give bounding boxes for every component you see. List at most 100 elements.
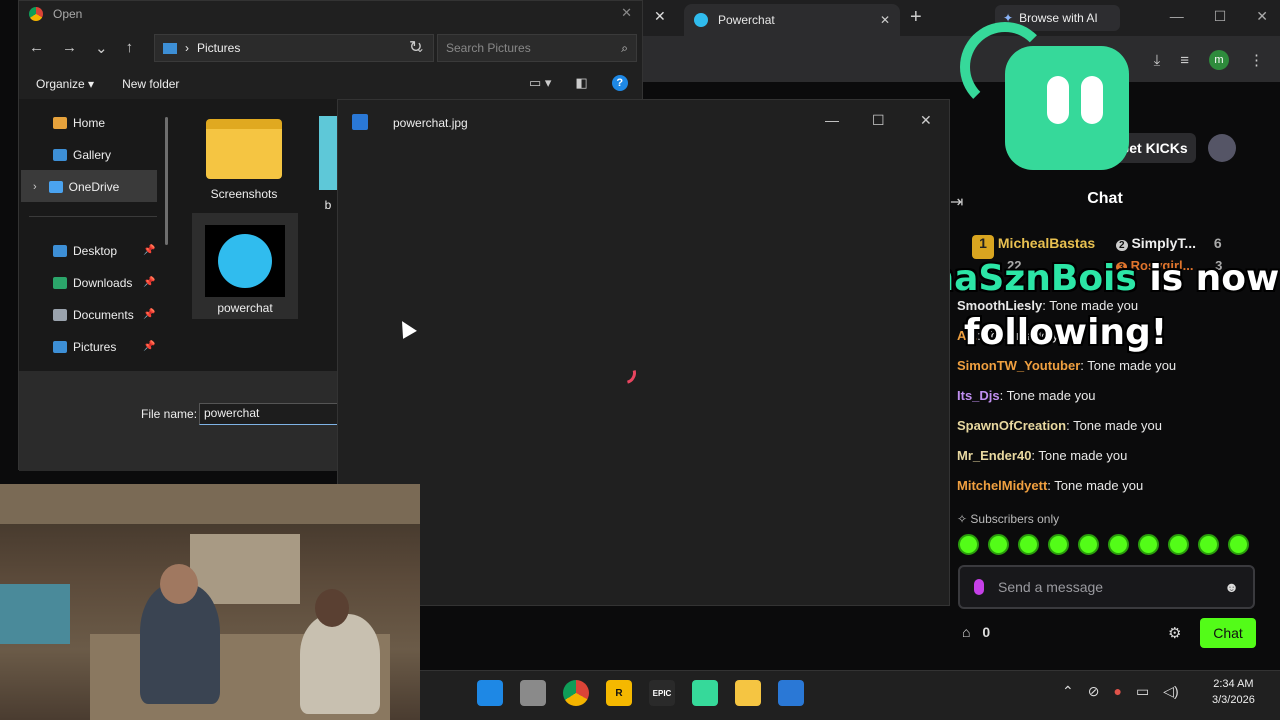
network-icon[interactable]: ▭ [1136,683,1149,700]
chat-message: MitchelMidyett: Tone made you [957,478,1143,493]
chat-username[interactable]: Its_Djs [957,388,1000,403]
close-icon[interactable]: ✕ [920,112,932,129]
nav-item-onedrive[interactable]: › OneDrive [33,180,119,194]
close-tab-icon[interactable]: ✕ [654,8,666,25]
chat-username[interactable]: SimonTW_Youtuber [957,358,1080,373]
new-tab-button[interactable]: + [910,6,922,29]
new-folder-button[interactable]: New folder [122,77,179,91]
forward-icon[interactable]: → [62,39,77,57]
emote-icon[interactable] [1198,534,1219,555]
emote-icon[interactable] [958,534,979,555]
notifications-off-icon[interactable]: ⊘ [1088,683,1100,700]
system-tray: ⌃ ⊘ ● ▭ ◁) [1062,683,1179,700]
close-window-icon[interactable]: ✕ [1256,8,1268,25]
message-input[interactable]: Send a message ☻ [958,565,1255,609]
address-bar[interactable]: › Pictures ⌄ [154,34,434,62]
task-view-icon[interactable] [520,680,546,706]
reading-list-icon[interactable]: ≡ [1180,52,1189,69]
avatar[interactable] [1208,134,1236,162]
search-icon: ⌕ [621,40,628,55]
emote-icon[interactable] [1018,534,1039,555]
chat-username[interactable]: SpawnOfCreation [957,418,1066,433]
epic-games-icon[interactable]: EPIC [649,680,675,706]
up-icon[interactable]: ↑ [126,39,134,57]
cabinet [0,484,420,524]
start-icon[interactable] [477,680,503,706]
nav-item-documents[interactable]: Documents [53,308,134,322]
send-chat-button[interactable]: Chat [1200,618,1256,648]
minimize-icon[interactable]: — [1170,8,1184,25]
emote-icon[interactable] [1108,534,1129,555]
command-bar: Organize ▾ New folder [36,77,179,91]
breadcrumb[interactable]: Pictures [197,41,240,55]
chat-title: Chat [1087,190,1123,207]
folder-screenshots[interactable]: Screenshots [199,119,289,201]
emote-icon[interactable] [1138,534,1159,555]
store-icon: ⌂ [962,624,971,640]
chevron-up-icon[interactable]: ⌃ [1062,683,1074,700]
chevron-right-icon[interactable]: › [33,181,37,193]
maximize-icon[interactable]: ☐ [1214,8,1227,25]
recent-dropdown-icon[interactable]: ⌄ [95,39,108,57]
emote-icon[interactable] [1048,534,1069,555]
taskbar-clock[interactable]: 2:34 AM 3/3/2026 [1212,676,1255,708]
emote-icon[interactable] [1168,534,1189,555]
rank-badge: 1 [972,235,994,259]
profile-avatar[interactable]: m [1209,50,1229,70]
chat-username[interactable]: SmoothLiesly [957,298,1042,313]
tab-powerchat[interactable]: Powerchat ✕ [684,4,900,36]
close-icon[interactable]: ✕ [880,13,890,27]
download-folder-icon [53,277,67,289]
view-mode-icon[interactable]: ▭ ▾ [529,75,551,91]
file-explorer-icon[interactable] [735,680,761,706]
back-icon[interactable]: ← [29,39,44,57]
emoji-icon[interactable]: ☻ [1224,579,1239,595]
gear-icon[interactable]: ⚙ [1168,624,1181,642]
nav-item-pictures[interactable]: Pictures [53,340,116,354]
file-label: Screenshots [210,187,278,201]
emote-icon[interactable] [1078,534,1099,555]
leader-name[interactable]: MichealBastas [998,235,1095,251]
file-powerchat[interactable]: powerchat [197,225,293,315]
message-placeholder: Send a message [998,579,1104,595]
close-icon[interactable]: ✕ [621,5,632,21]
mic-icon[interactable] [974,579,984,595]
emote-icon[interactable] [1228,534,1249,555]
chat-message: SpawnOfCreation: Tone made you [957,418,1162,433]
chat-username[interactable]: Mr_Ender40 [957,448,1031,463]
file-partial[interactable]: b [319,116,337,212]
nav-item-gallery[interactable]: Gallery [53,148,111,162]
nav-item-home[interactable]: Home [53,116,105,130]
nav-scrollbar[interactable] [165,117,168,245]
gallery-icon [53,149,67,161]
leader-name[interactable]: SimplyT... [1131,235,1196,251]
chat-message: Mr_Ender40: Tone made you [957,448,1127,463]
chrome-icon[interactable] [563,680,589,706]
kick-icon[interactable] [692,680,718,706]
nav-divider [29,216,157,217]
chat-username[interactable]: MitchelMidyett [957,478,1047,493]
nav-item-desktop[interactable]: Desktop [53,244,117,258]
refresh-icon[interactable]: ↻ [409,37,422,57]
store-points[interactable]: ⌂ 0 [962,624,990,640]
volume-icon[interactable]: ◁) [1163,683,1178,700]
file-name-label: File name: [141,407,198,421]
download-icon[interactable]: ⤓ [1154,52,1161,69]
preview-pane-icon[interactable]: ◧ [575,75,587,91]
taskbar-apps: R EPIC [477,680,804,706]
organize-button[interactable]: Organize ▾ [36,77,94,91]
menu-icon[interactable]: ⋮ [1249,51,1264,69]
search-input[interactable]: Search Pictures ⌕ [437,34,637,62]
file-name-field[interactable]: powerchat [199,403,339,425]
photos-icon[interactable] [778,680,804,706]
emote-row [958,534,1249,555]
nav-label: Gallery [73,148,112,162]
nav-item-downloads[interactable]: Downloads [53,276,132,290]
maximize-icon[interactable]: ☐ [872,112,885,129]
rockstar-icon[interactable]: R [606,680,632,706]
mic-icon[interactable]: ● [1113,683,1121,700]
emote-icon[interactable] [988,534,1009,555]
help-icon[interactable]: ? [611,75,628,91]
minimize-icon[interactable]: — [825,112,839,128]
collapse-chat-icon[interactable]: ⇥ [950,192,963,212]
